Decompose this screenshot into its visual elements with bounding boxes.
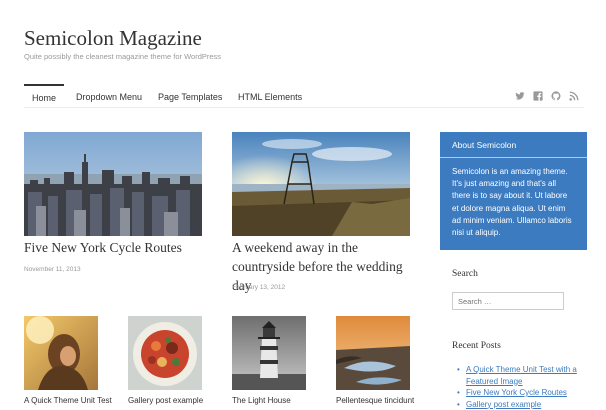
main-navigation: Home Dropdown Menu Page Templates HTML E…: [24, 84, 584, 108]
featured-image-countryside[interactable]: [232, 132, 410, 236]
nav-item-dropdown-menu[interactable]: Dropdown Menu: [76, 84, 142, 108]
small-post-image-girl[interactable]: [24, 316, 98, 390]
about-widget-text: Semicolon is an amazing theme. It's just…: [452, 167, 572, 238]
nav-item-home[interactable]: Home: [24, 84, 65, 108]
nav-item-html-elements[interactable]: HTML Elements: [238, 84, 302, 108]
rss-icon[interactable]: [568, 90, 580, 102]
facebook-icon[interactable]: [532, 90, 544, 102]
recent-post-link[interactable]: Gallery post example: [457, 399, 590, 410]
about-widget: About Semicolon Semicolon is an amazing …: [440, 132, 587, 250]
search-widget-title: Search: [452, 269, 478, 279]
recent-posts-list: A Quick Theme Unit Test with a Featured …: [457, 364, 590, 410]
github-icon[interactable]: [550, 90, 562, 102]
about-widget-title: About Semicolon: [440, 140, 587, 158]
small-post-image-gallery[interactable]: [128, 316, 202, 390]
search-input[interactable]: [452, 292, 564, 310]
recent-posts-title: Recent Posts: [452, 341, 501, 351]
small-post-image-lighthouse[interactable]: [232, 316, 306, 390]
small-post-title[interactable]: The Light House: [232, 396, 291, 406]
small-post-title[interactable]: A Quick Theme Unit Test: [24, 396, 112, 406]
twitter-icon[interactable]: [514, 90, 526, 102]
small-post-title[interactable]: Gallery post example: [128, 396, 203, 406]
featured-post-title[interactable]: Five New York Cycle Routes: [24, 238, 214, 257]
featured-image-new-york[interactable]: [24, 132, 202, 236]
small-post-image-landscape[interactable]: [336, 316, 410, 390]
featured-post-date: February 13, 2012: [232, 284, 286, 291]
nav-item-page-templates[interactable]: Page Templates: [158, 84, 222, 108]
site-description: Quite possibly the cleanest magazine the…: [24, 52, 222, 61]
featured-post-date: November 11, 2013: [24, 266, 81, 273]
recent-post-link[interactable]: A Quick Theme Unit Test with a Featured …: [457, 364, 590, 387]
small-post-title[interactable]: Pellentesque tincidunt: [336, 396, 414, 406]
recent-post-link[interactable]: Five New York Cycle Routes: [457, 387, 590, 399]
site-title[interactable]: Semicolon Magazine: [24, 26, 202, 51]
